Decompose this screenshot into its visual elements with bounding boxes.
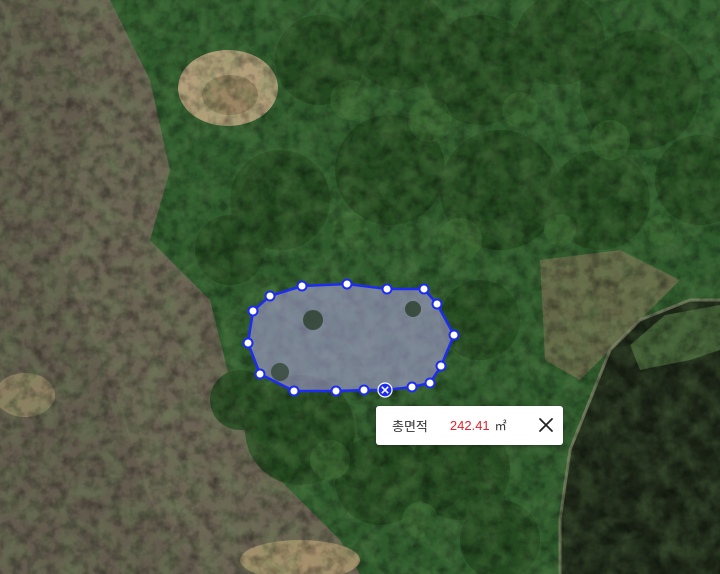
vertex-handle[interactable] (418, 283, 430, 295)
close-icon[interactable] (537, 416, 555, 434)
area-unit: ㎡ (494, 419, 507, 433)
vertex-handle[interactable] (448, 329, 460, 341)
vertex-handle[interactable] (381, 283, 393, 295)
vertex-handle[interactable] (424, 377, 436, 389)
area-result-popup: 총면적 242.41 ㎡ (376, 406, 563, 445)
x-marker-icon[interactable] (377, 382, 393, 398)
vertex-handle[interactable] (247, 305, 259, 317)
vertex-handle[interactable] (330, 385, 342, 397)
vertex-handle[interactable] (296, 280, 308, 292)
satellite-map[interactable] (0, 0, 720, 574)
vertex-handle[interactable] (435, 360, 447, 372)
vertex-handle[interactable] (341, 278, 353, 290)
vertex-handle[interactable] (288, 385, 300, 397)
vertex-handle[interactable] (264, 290, 276, 302)
vertex-handle[interactable] (254, 368, 266, 380)
vertex-handle[interactable] (358, 384, 370, 396)
measurement-polygon[interactable] (246, 282, 456, 393)
vertex-handle[interactable] (431, 298, 443, 310)
total-area-value: 242.41 (449, 418, 490, 433)
vertex-handle[interactable] (242, 337, 254, 349)
total-area-label: 총면적 (392, 420, 428, 435)
vertex-handle[interactable] (406, 381, 418, 393)
